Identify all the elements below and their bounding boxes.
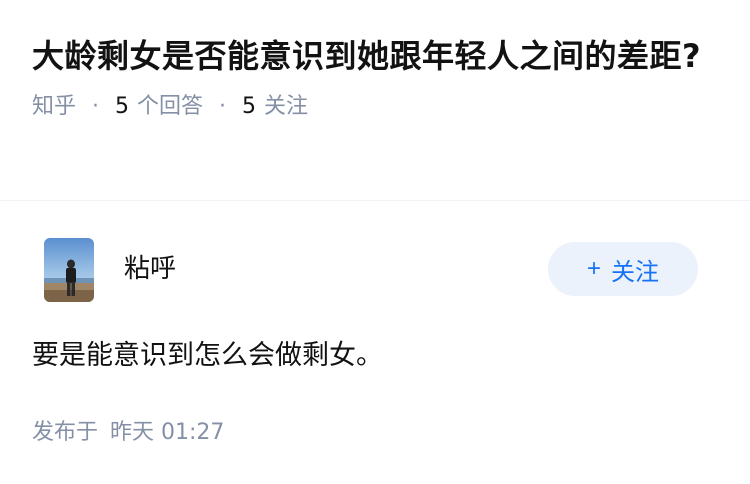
meta-separator: · <box>92 94 100 119</box>
question-title[interactable]: 大龄剩女是否能意识到她跟年轻人之间的差距? <box>32 32 722 80</box>
answer-page: 大龄剩女是否能意识到她跟年轻人之间的差距? 知乎 · 5 个回答 · 5 关注 <box>0 0 750 484</box>
plus-icon: + <box>586 255 601 282</box>
section-divider <box>0 200 750 201</box>
question-meta: 知乎 · 5 个回答 · 5 关注 <box>32 92 722 122</box>
meta-separator: · <box>219 94 227 119</box>
question-header: 大龄剩女是否能意识到她跟年轻人之间的差距? 知乎 · 5 个回答 · 5 关注 <box>32 32 722 122</box>
published-prefix: 发布于 <box>32 420 99 445</box>
answer-published-time: 发布于 昨天 01:27 <box>32 418 224 448</box>
follows-label[interactable]: 关注 <box>264 92 308 122</box>
avatar[interactable] <box>44 238 94 302</box>
follows-count: 5 <box>242 94 257 119</box>
answers-label[interactable]: 个回答 <box>137 92 203 122</box>
answer-content: 要是能意识到怎么会做剩女。 <box>32 340 383 371</box>
answers-count: 5 <box>115 94 130 119</box>
answer-author: 粘呼 + 关注 <box>44 238 698 302</box>
follow-button[interactable]: + 关注 <box>548 242 698 296</box>
published-time: 昨天 01:27 <box>110 420 225 445</box>
avatar-photo-icon <box>44 238 94 302</box>
follow-button-label: 关注 <box>611 258 659 286</box>
source-label[interactable]: 知乎 <box>32 92 76 122</box>
author-name[interactable]: 粘呼 <box>124 252 176 286</box>
